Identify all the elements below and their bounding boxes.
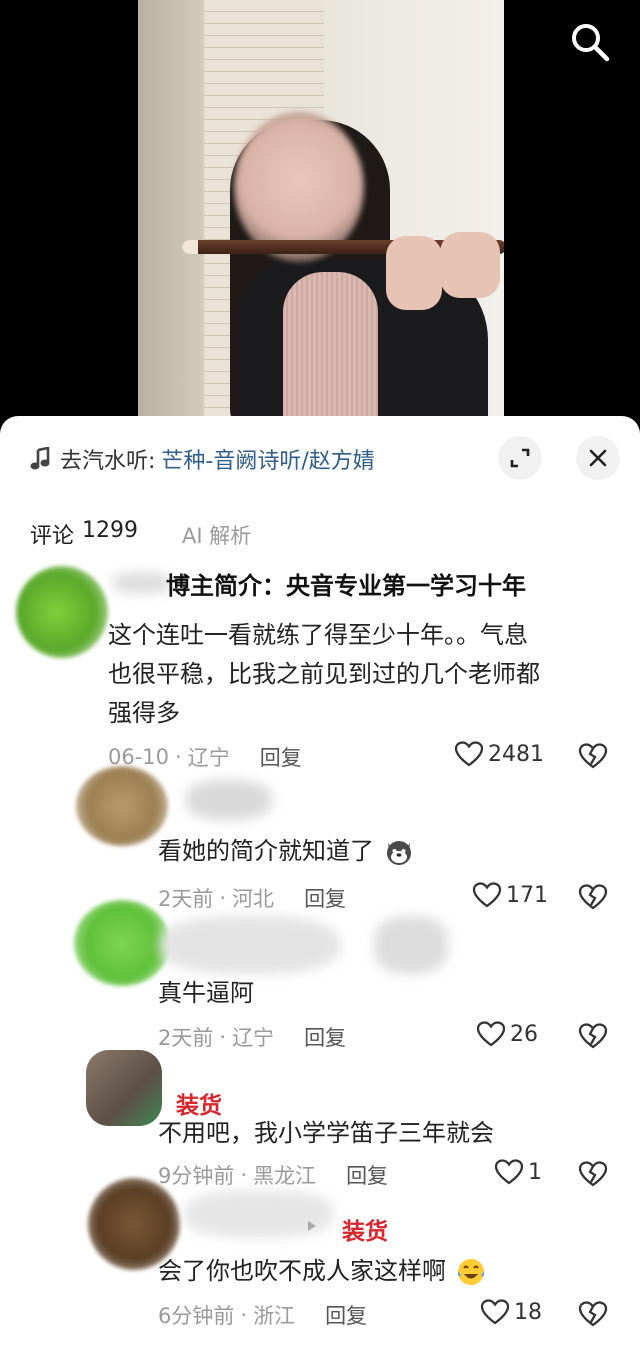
- dislike-button[interactable]: [578, 742, 608, 770]
- tab-comments[interactable]: 评论 1299: [30, 518, 138, 550]
- comment-time: 9分钟前: [158, 1164, 235, 1188]
- comment-location: 浙江: [253, 1304, 296, 1328]
- search-icon: [572, 24, 610, 62]
- like-button[interactable]: 171: [472, 881, 548, 909]
- comment-text: 真牛逼阿: [158, 979, 254, 1007]
- comment-time: 2天前: [158, 1026, 214, 1050]
- username-blurred: [186, 780, 272, 820]
- reply-button[interactable]: 回复: [325, 1300, 367, 1330]
- like-button[interactable]: 26: [476, 1020, 538, 1048]
- music-title[interactable]: 芒种-音阙诗听/赵方婧: [161, 443, 374, 475]
- comment-location: 河北: [232, 887, 275, 911]
- comment-text-line: 这个连吐一看就练了得至少十年。。气息: [108, 621, 528, 649]
- like-count: 2481: [488, 741, 544, 767]
- music-link[interactable]: 去汽水听: 芒种-音阙诗听/赵方婧: [30, 442, 375, 476]
- search-button[interactable]: [568, 20, 612, 64]
- expand-button[interactable]: [498, 436, 542, 480]
- avatar[interactable]: [16, 566, 108, 658]
- performer-hand-right: [440, 232, 500, 298]
- avatar[interactable]: [86, 1050, 162, 1126]
- video-player[interactable]: [0, 0, 640, 430]
- comment-time: 2天前: [158, 887, 214, 911]
- dislike-button[interactable]: [578, 883, 608, 911]
- reply-button[interactable]: 回复: [304, 1022, 346, 1052]
- flute-tip: [182, 240, 198, 254]
- music-prefix: 去汽水听:: [60, 449, 156, 474]
- username-blurred: [374, 916, 448, 974]
- comment-text: 看她的简介就知道了: [158, 832, 414, 871]
- dislike-button[interactable]: [578, 1160, 608, 1188]
- close-button[interactable]: [576, 436, 620, 480]
- like-count: 1: [528, 1159, 542, 1185]
- reply-to-username[interactable]: 装货: [342, 1212, 388, 1246]
- comment-location: 辽宁: [187, 746, 230, 770]
- comment-meta: 9分钟前 · 黑龙江 回复: [158, 1160, 388, 1190]
- video-frame: [138, 0, 504, 430]
- laughing-crying-emoji-icon: [457, 1259, 484, 1285]
- tab-comments-label: 评论: [30, 524, 75, 549]
- comment-text-line: 强得多: [108, 699, 180, 727]
- close-icon: [589, 449, 607, 467]
- dislike-button[interactable]: [578, 1300, 608, 1328]
- reply-arrow-icon: [308, 1221, 316, 1231]
- like-count: 171: [506, 882, 548, 908]
- like-button[interactable]: 2481: [454, 740, 544, 768]
- heart-icon: [454, 741, 484, 767]
- comment-time: 6分钟前: [158, 1304, 235, 1328]
- comment-text-content: 会了你也吹不成人家这样啊: [158, 1257, 446, 1285]
- avatar[interactable]: [74, 900, 170, 986]
- reply-button[interactable]: 回复: [260, 742, 302, 772]
- user-bio: 博主简介：央音专业第一学习十年: [166, 572, 526, 600]
- comment-text: 不用吧，我小学学笛子三年就会: [158, 1119, 494, 1147]
- comment-tabs: 评论 1299 AI 解析: [30, 518, 251, 550]
- comment-text-content: 看她的简介就知道了: [158, 837, 374, 865]
- comment-text: 这个连吐一看就练了得至少十年。。气息 也很平稳，比我之前见到过的几个老师都 强得…: [108, 616, 540, 733]
- dislike-button[interactable]: [578, 1022, 608, 1050]
- comment-location: 辽宁: [232, 1026, 275, 1050]
- performer-shirt: [283, 272, 378, 430]
- heart-icon: [472, 882, 502, 908]
- comment-text-line: 也很平稳，比我之前见到过的几个老师都: [108, 660, 540, 688]
- comment-location: 黑龙江: [253, 1164, 317, 1188]
- like-count: 18: [514, 1299, 542, 1325]
- avatar[interactable]: [76, 766, 168, 846]
- comment-meta: 2天前 · 河北 回复: [158, 883, 346, 913]
- heart-icon: [480, 1299, 510, 1325]
- comment-meta: 6分钟前 · 浙江 回复: [158, 1300, 367, 1330]
- like-button[interactable]: 1: [494, 1158, 542, 1186]
- heart-icon: [476, 1021, 506, 1047]
- username-blurred: [160, 916, 340, 974]
- comment-text: 会了你也吹不成人家这样啊: [158, 1252, 486, 1291]
- music-note-icon: [30, 447, 50, 470]
- reply-button[interactable]: 回复: [304, 883, 346, 913]
- tab-ai-analysis[interactable]: AI 解析: [182, 520, 251, 550]
- dog-emoji-icon: [386, 841, 411, 865]
- username-blurred: [112, 572, 172, 594]
- video-background-door: [138, 0, 204, 430]
- comment-sheet: 去汽水听: 芒种-音阙诗听/赵方婧 评论 1299 AI 解析 博主简介：央音专…: [0, 416, 640, 1347]
- heart-icon: [494, 1159, 524, 1185]
- like-button[interactable]: 18: [480, 1298, 542, 1326]
- reply-button[interactable]: 回复: [346, 1160, 388, 1190]
- comment-meta: 2天前 · 辽宁 回复: [158, 1022, 346, 1052]
- comment-count: 1299: [82, 518, 139, 543]
- expand-icon: [510, 448, 530, 468]
- performer-hand-left: [386, 236, 442, 310]
- like-count: 26: [510, 1021, 538, 1047]
